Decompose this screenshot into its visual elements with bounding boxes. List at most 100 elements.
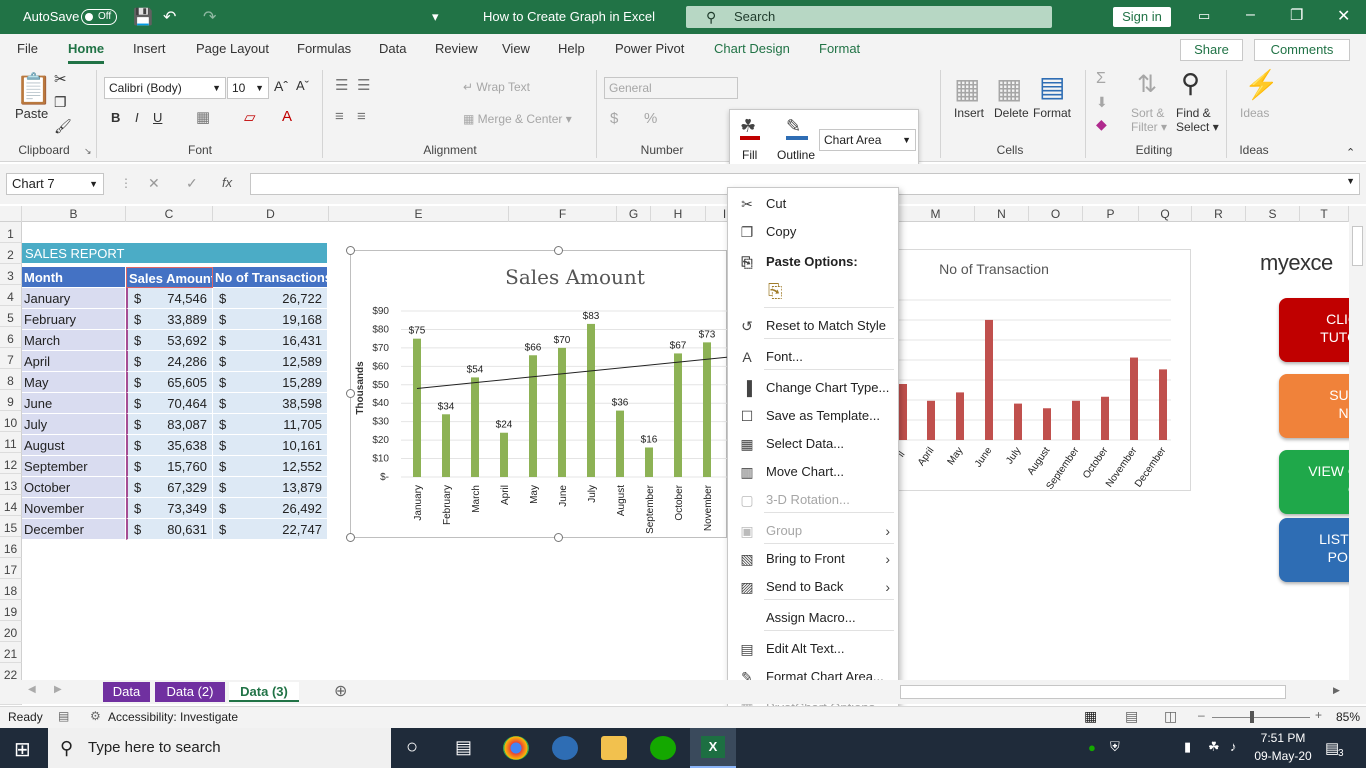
bold-button[interactable]: B [111, 110, 120, 125]
row-header[interactable]: 8 [0, 369, 22, 390]
transactions-cell[interactable]: $13,879 [213, 477, 328, 498]
zoom-out-icon[interactable]: – [1198, 708, 1205, 722]
sales-cell[interactable]: $53,692 [126, 330, 213, 351]
tab-formulas[interactable]: Formulas [297, 34, 351, 64]
transactions-cell[interactable]: $22,747 [213, 519, 328, 540]
row-header[interactable]: 20 [0, 621, 22, 642]
ribbon-display-icon[interactable]: ▭ [1198, 8, 1210, 24]
row-header[interactable]: 1 [0, 222, 22, 243]
autosum-icon[interactable]: Σ [1096, 70, 1106, 88]
clock-time[interactable]: 7:51 PM [1258, 731, 1308, 745]
paste-button[interactable]: Paste [15, 106, 48, 121]
column-header[interactable]: T [1300, 206, 1349, 222]
wrap-text-button[interactable]: ↵ Wrap Text [463, 80, 530, 94]
transactions-cell[interactable]: $26,722 [213, 288, 328, 309]
row-header[interactable]: 3 [0, 264, 22, 285]
month-cell[interactable]: October [22, 477, 126, 498]
transactions-chart[interactable]: No of Transaction il April May June July Augus… [896, 249, 1191, 492]
column-header[interactable]: B [22, 206, 126, 222]
insert-function-icon[interactable]: fx [222, 175, 232, 190]
page-break-view-icon[interactable]: ◫ [1164, 708, 1177, 725]
header-month[interactable]: Month [22, 267, 126, 288]
sales-cell[interactable]: $74,546 [126, 288, 213, 309]
menu-item-send-to-back[interactable]: ▨ Send to Back › [728, 574, 898, 600]
merge-center-button[interactable]: ▦ Merge & Center ▾ [463, 112, 572, 126]
insert-cells-icon[interactable]: ▦ [954, 72, 980, 105]
row-header[interactable]: 19 [0, 600, 22, 621]
accessibility-icon[interactable]: ⚙ [90, 709, 101, 723]
row-header[interactable]: 5 [0, 306, 22, 327]
find-select-button[interactable]: Find & Select ▾ [1176, 106, 1219, 134]
row-header[interactable]: 10 [0, 411, 22, 432]
month-cell[interactable]: May [22, 372, 126, 393]
sheet-tab-data-2[interactable]: Data (2) [155, 682, 225, 702]
menu-item-change-chart-type[interactable]: ▐ Change Chart Type... [728, 375, 898, 401]
horizontal-scroll-thumb[interactable] [900, 685, 1286, 699]
document-title[interactable]: How to Create Graph in Excel [483, 9, 655, 24]
customize-qat-icon[interactable]: ▾ [432, 9, 439, 25]
resize-handle-tc[interactable] [554, 246, 563, 255]
transactions-cell[interactable]: $12,552 [213, 456, 328, 477]
sales-cell[interactable]: $33,889 [126, 309, 213, 330]
tab-home[interactable]: Home [68, 34, 105, 64]
transactions-cell[interactable]: $12,589 [213, 351, 328, 372]
windows-start-icon[interactable]: ⊞ [14, 737, 31, 762]
select-all-corner[interactable] [0, 206, 22, 222]
close-icon[interactable]: ✕ [1337, 6, 1350, 26]
sales-amount-chart[interactable]: Sales Amount Thousands $- $10 $20 $30 $40 $50 $6… [350, 250, 729, 538]
font-name-select[interactable]: Calibri (Body) ▼ [104, 77, 226, 99]
format-cells-button[interactable]: Format [1033, 106, 1071, 120]
search-box[interactable]: ⚲ Search [686, 6, 1052, 28]
align-center-icon[interactable]: ≡ [357, 108, 366, 125]
sales-cell[interactable]: $15,760 [126, 456, 213, 477]
sales-cell[interactable]: $67,329 [126, 477, 213, 498]
confirm-entry-icon[interactable]: ✓ [186, 175, 198, 192]
align-middle-icon[interactable]: ☰ [357, 76, 370, 94]
transactions-cell[interactable]: $15,289 [213, 372, 328, 393]
copy-icon[interactable]: ❐ [54, 94, 67, 111]
sales-cell[interactable]: $70,464 [126, 393, 213, 414]
menu-item-copy[interactable]: ❐ Copy [728, 219, 898, 245]
taskbar-search[interactable]: ⚲ Type here to search [48, 728, 391, 768]
menu-item-edit-alt-text[interactable]: ▤ Edit Alt Text... [728, 636, 898, 662]
transactions-cell[interactable]: $10,161 [213, 435, 328, 456]
cortana-icon[interactable]: ○ [406, 736, 418, 759]
comments-button[interactable]: Comments [1254, 39, 1350, 61]
fill-bucket-icon[interactable]: ☘ [740, 116, 756, 137]
row-header[interactable]: 18 [0, 579, 22, 600]
tab-file[interactable]: File [17, 34, 38, 64]
column-header[interactable]: C [126, 206, 213, 222]
zoom-slider-thumb[interactable] [1250, 711, 1254, 723]
sales-cell[interactable]: $24,286 [126, 351, 213, 372]
format-cells-icon[interactable]: ▤ [1039, 70, 1065, 103]
italic-button[interactable]: I [135, 110, 139, 125]
align-top-icon[interactable]: ☰ [335, 76, 348, 94]
tab-review[interactable]: Review [435, 34, 478, 64]
delete-cells-button[interactable]: Delete [994, 106, 1029, 120]
column-header[interactable]: O [1029, 206, 1083, 222]
sales-cell[interactable]: $73,349 [126, 498, 213, 519]
column-header[interactable]: H [651, 206, 706, 222]
upwork-icon[interactable] [650, 736, 676, 760]
transactions-cell[interactable]: $19,168 [213, 309, 328, 330]
month-cell[interactable]: February [22, 309, 126, 330]
wifi-icon[interactable]: ☘ [1208, 739, 1220, 755]
decrease-font-icon[interactable]: Aˇ [296, 78, 309, 93]
underline-button[interactable]: U [153, 110, 162, 125]
insert-cells-button[interactable]: Insert [954, 106, 984, 120]
name-box[interactable]: Chart 7 ▼ [6, 173, 104, 195]
resize-handle-tl[interactable] [346, 246, 355, 255]
fill-icon[interactable]: ⬇ [1096, 94, 1108, 111]
file-explorer-icon[interactable] [601, 736, 627, 760]
month-cell[interactable]: November [22, 498, 126, 519]
menu-item-reset-to-match-style[interactable]: ↺ Reset to Match Style [728, 313, 898, 339]
currency-button[interactable]: $ [610, 110, 618, 127]
transactions-cell[interactable]: $38,598 [213, 393, 328, 414]
resize-handle-bl[interactable] [346, 533, 355, 542]
font-color-icon[interactable]: A [282, 108, 292, 125]
tab-power-pivot[interactable]: Power Pivot [615, 34, 684, 64]
task-view-icon[interactable]: ▤ [455, 737, 472, 758]
tab-view[interactable]: View [502, 34, 530, 64]
column-header[interactable]: N [975, 206, 1029, 222]
autosave-toggle[interactable]: Off [81, 9, 117, 25]
